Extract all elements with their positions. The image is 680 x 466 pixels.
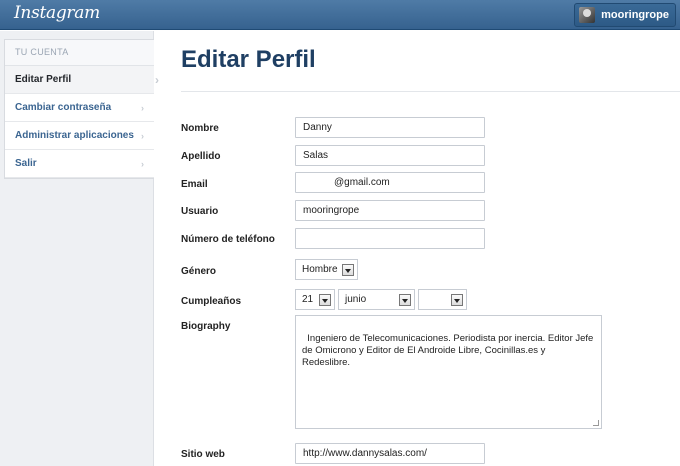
resize-handle-icon[interactable] bbox=[593, 420, 599, 426]
sidebar: TU CUENTA Editar Perfil › Cambiar contra… bbox=[0, 31, 159, 466]
gender-label: Género bbox=[181, 266, 217, 277]
username-input[interactable]: mooringrope bbox=[295, 200, 485, 221]
user-menu[interactable]: mooringrope bbox=[574, 3, 676, 27]
last-name-input[interactable]: Salas bbox=[295, 145, 485, 166]
website-input[interactable]: http://www.dannysalas.com/ bbox=[295, 443, 485, 464]
email-input[interactable]: @gmail.com bbox=[295, 172, 485, 193]
instagram-logo[interactable]: Instagram bbox=[14, 3, 100, 23]
chevron-down-icon bbox=[451, 294, 463, 306]
sidebar-heading: TU CUENTA bbox=[5, 40, 154, 66]
gender-select-value: Hombre bbox=[302, 264, 338, 275]
sidebar-item-change-password[interactable]: Cambiar contraseña › bbox=[5, 94, 154, 122]
biography-label: Biography bbox=[181, 321, 231, 332]
sidebar-item-edit-profile[interactable]: Editar Perfil › bbox=[5, 66, 159, 94]
sidebar-item-manage-apps[interactable]: Administrar aplicaciones › bbox=[5, 122, 154, 150]
sidebar-item-label: Editar Perfil bbox=[15, 74, 72, 85]
phone-input[interactable] bbox=[295, 228, 485, 249]
gender-select[interactable]: Hombre bbox=[295, 259, 358, 280]
chevron-down-icon bbox=[399, 294, 411, 306]
website-label: Sitio web bbox=[181, 449, 225, 460]
account-menu: TU CUENTA Editar Perfil › Cambiar contra… bbox=[4, 39, 159, 179]
birthday-month-value: junio bbox=[345, 294, 367, 305]
chevron-down-icon bbox=[342, 264, 354, 276]
birthday-day-select[interactable]: 21 bbox=[295, 289, 335, 310]
sidebar-item-label: Salir bbox=[15, 158, 37, 169]
birthday-year-select[interactable] bbox=[418, 289, 467, 310]
first-name-input[interactable]: Danny bbox=[295, 117, 485, 138]
biography-text: Ingeniero de Telecomunicaciones. Periodi… bbox=[302, 333, 596, 368]
page-title: Editar Perfil bbox=[181, 46, 316, 73]
chevron-down-icon bbox=[319, 294, 331, 306]
chevron-right-icon: › bbox=[155, 73, 159, 87]
email-label: Email bbox=[181, 179, 208, 190]
sidebar-item-logout[interactable]: Salir › bbox=[5, 150, 154, 178]
top-bar: Instagram mooringrope bbox=[0, 0, 680, 30]
username: mooringrope bbox=[601, 9, 669, 21]
sidebar-item-label: Administrar aplicaciones bbox=[15, 130, 134, 141]
biography-textarea[interactable]: Ingeniero de Telecomunicaciones. Periodi… bbox=[295, 315, 602, 429]
chevron-right-icon: › bbox=[141, 103, 144, 113]
birthday-label: Cumpleaños bbox=[181, 296, 242, 307]
birthday-month-select[interactable]: junio bbox=[338, 289, 415, 310]
sidebar-item-label: Cambiar contraseña bbox=[15, 102, 112, 113]
title-divider bbox=[181, 91, 680, 92]
chevron-right-icon: › bbox=[141, 131, 144, 141]
phone-label: Número de teléfono bbox=[181, 234, 275, 245]
first-name-label: Nombre bbox=[181, 123, 219, 134]
last-name-label: Apellido bbox=[181, 151, 221, 162]
username-label: Usuario bbox=[181, 206, 219, 217]
chevron-right-icon: › bbox=[141, 159, 144, 169]
avatar bbox=[579, 7, 596, 23]
birthday-day-value: 21 bbox=[302, 294, 314, 305]
